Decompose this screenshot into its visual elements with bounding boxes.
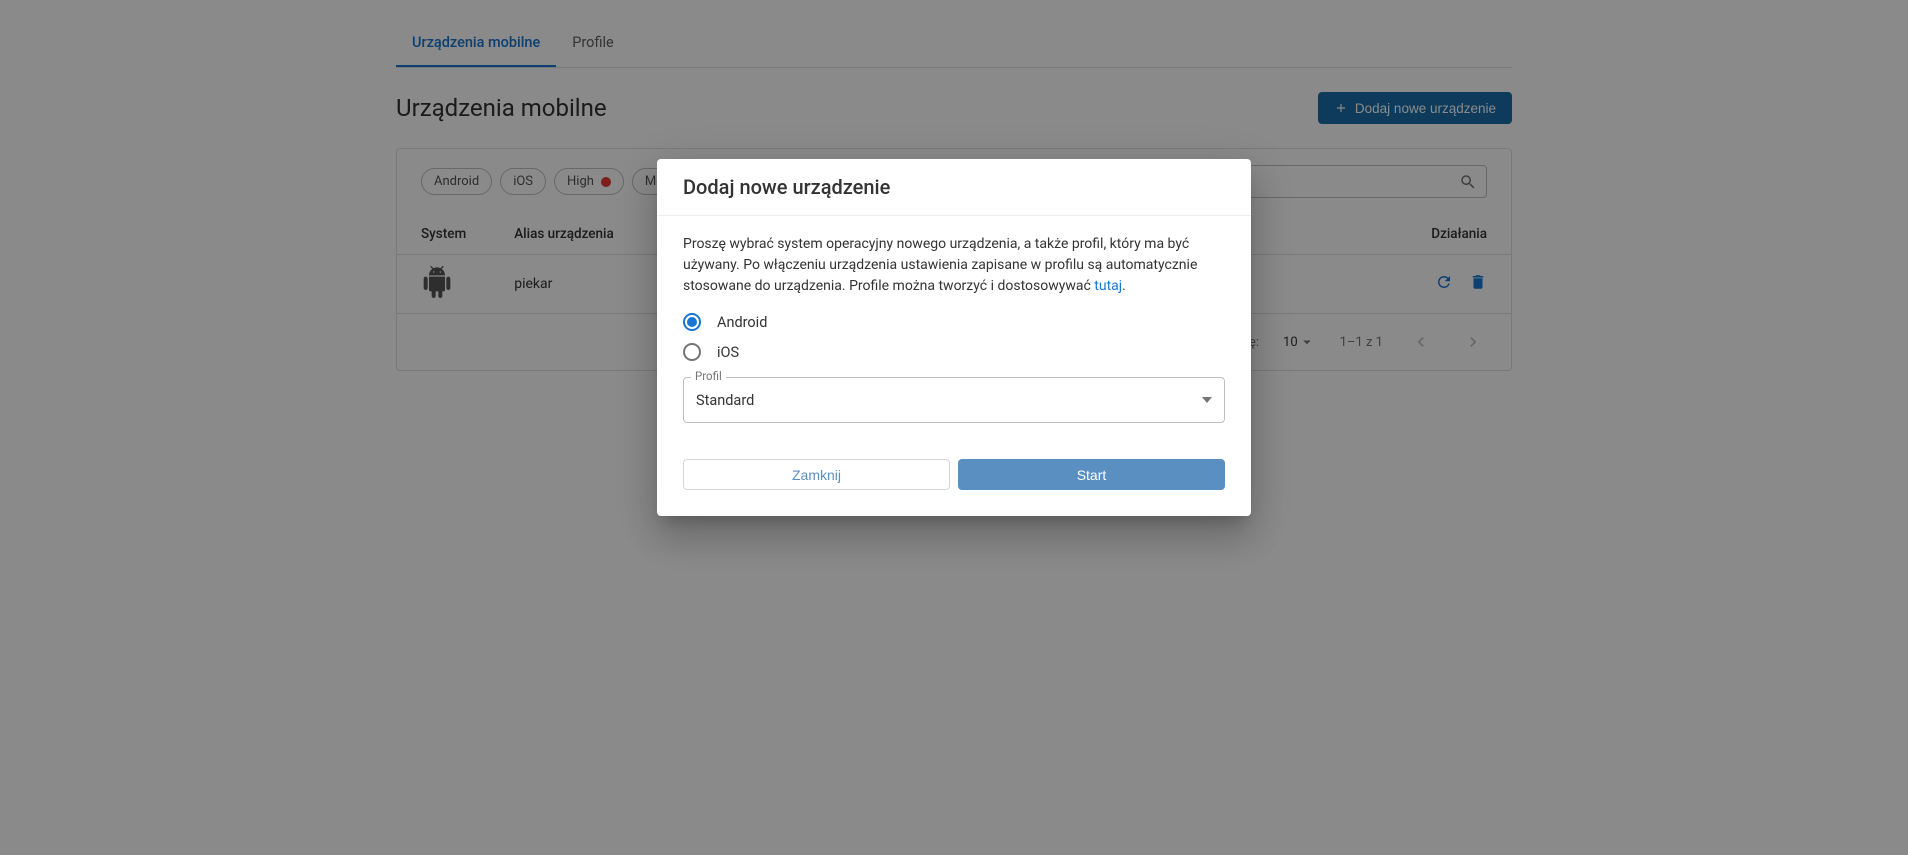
start-button[interactable]: Start [958,459,1225,490]
profile-legend: Profil [691,369,726,383]
modal-overlay[interactable]: Dodaj nowe urządzenie Proszę wybrać syst… [0,0,1908,855]
add-device-modal: Dodaj nowe urządzenie Proszę wybrać syst… [657,159,1251,516]
here-link[interactable]: tutaj [1094,278,1122,294]
profile-value: Standard [696,392,754,409]
profile-select[interactable]: Profil Standard [683,377,1225,423]
radio-unchecked-icon [683,343,701,361]
modal-title: Dodaj nowe urządzenie [657,159,1251,216]
radio-ios[interactable]: iOS [683,343,1225,361]
caret-down-icon [1202,397,1212,403]
close-button[interactable]: Zamknij [683,459,950,490]
radio-android-label: Android [717,314,767,331]
modal-description: Proszę wybrać system operacyjny nowego u… [683,234,1225,297]
radio-checked-icon [683,313,701,331]
radio-ios-label: iOS [717,344,739,361]
radio-android[interactable]: Android [683,313,1225,331]
